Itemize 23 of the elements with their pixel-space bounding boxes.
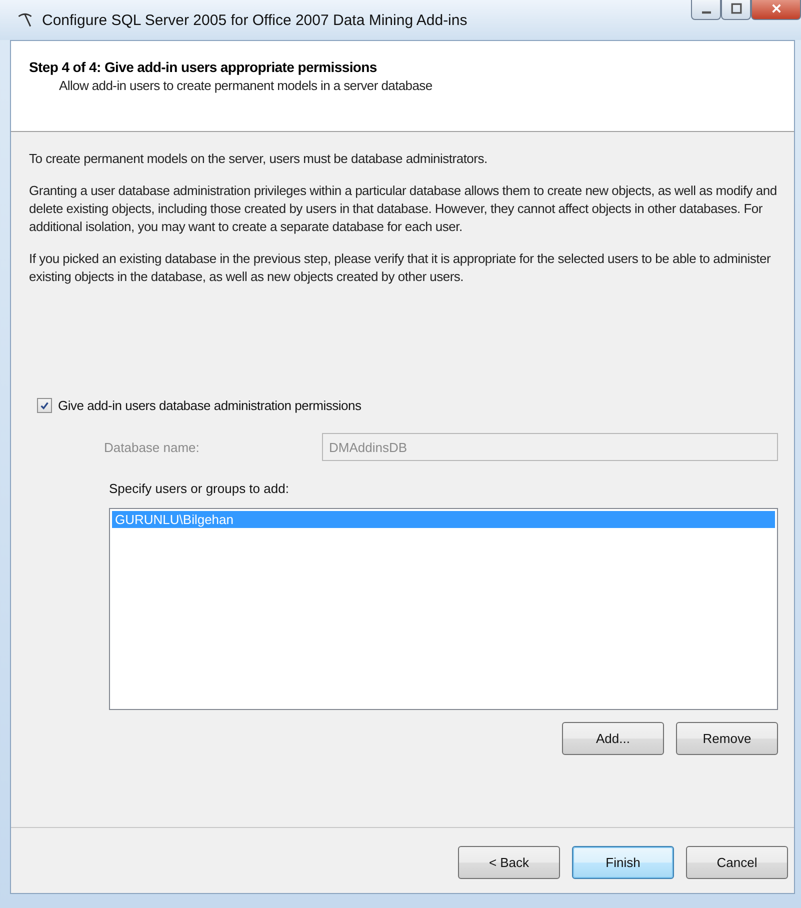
dialog-button[interactable]: Finish — [572, 846, 674, 879]
dialog-button[interactable]: Cancel — [686, 846, 788, 879]
window-title: Configure SQL Server 2005 for Office 2007 Data Mining Add-ins — [42, 12, 468, 28]
maximize-icon — [730, 2, 742, 14]
dialog-button[interactable]: Remove — [676, 722, 778, 755]
checkbox[interactable] — [37, 398, 52, 413]
step-subtitle: Allow add-in users to create permanent models in a server database — [59, 78, 434, 93]
maximize-button[interactable] — [721, 0, 751, 20]
close-button[interactable] — [751, 0, 801, 20]
paragraph: Granting a user database administration privileges within a particular database allows them to create new objects, as well as modify and delete existing objects, including those created by users in that database. However, they cannot affect objects in other databases. For additional isolation, you may want to create a separate database for each user. — [29, 182, 778, 236]
minimize-icon — [702, 10, 710, 14]
close-icon — [770, 2, 782, 14]
dialog-button[interactable]: < Back — [458, 846, 560, 879]
list-label: Specify users or groups to add: — [109, 481, 290, 496]
pickaxe-icon — [16, 11, 34, 29]
step-title: Step 4 of 4: Give add-in users appropriate permissions — [29, 59, 378, 75]
dialog-button[interactable]: Add... — [562, 722, 664, 755]
paragraph: To create permanent models on the server, users must be database administrators. — [29, 150, 488, 168]
checkbox-label[interactable]: Give add-in users database administration permissions — [58, 398, 362, 413]
paragraph: If you picked an existing database in the previous step, please verify that it is appropriate for the selected users to be able to administer existing objects in the database, as well as new objects created by other users. — [29, 250, 772, 286]
field-label: Database name: — [104, 440, 200, 454]
minimize-button[interactable] — [691, 0, 721, 20]
checkmark-icon — [39, 400, 50, 411]
